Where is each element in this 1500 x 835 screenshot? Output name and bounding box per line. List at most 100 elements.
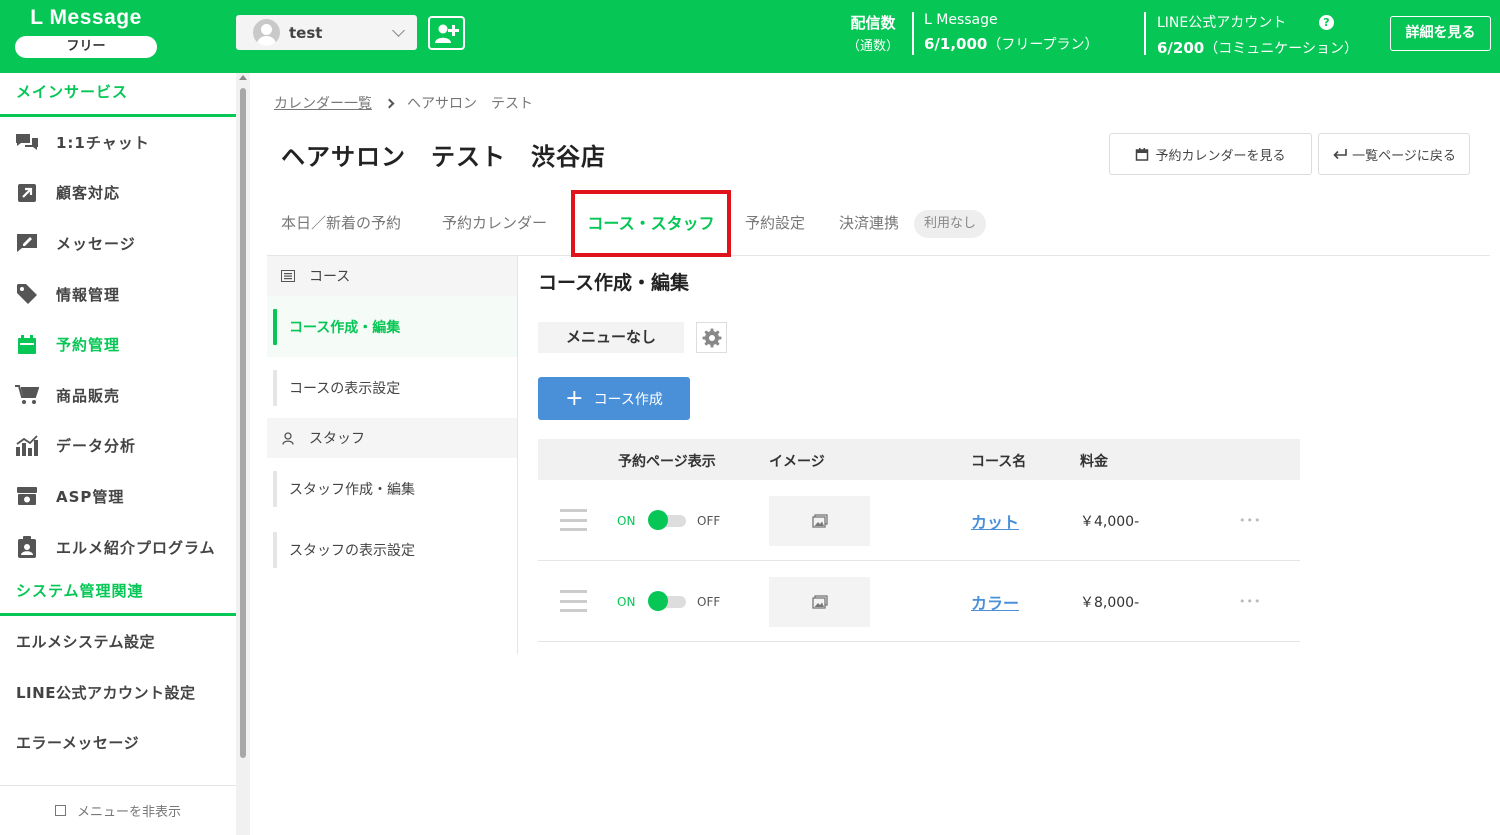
sidebar-scrollbar[interactable] — [236, 73, 250, 835]
sidebar-item-system-settings[interactable]: エルメシステム設定 — [0, 616, 236, 667]
toggle-off-label: OFF — [697, 514, 721, 528]
menu-settings-button[interactable] — [696, 322, 727, 353]
calendar-icon — [1136, 148, 1149, 161]
tab-payment[interactable]: 決済連携 — [839, 212, 899, 233]
view-calendar-button[interactable]: 予約カレンダーを見る — [1109, 133, 1312, 175]
subnav-staff-edit-label: スタッフ作成・編集 — [289, 481, 415, 498]
sidebar-item-label: メッセージ — [56, 234, 136, 253]
image-placeholder-icon — [811, 514, 828, 528]
sidebar-item-customer[interactable]: 顧客対応 — [0, 168, 236, 219]
sidebar-item-line-settings[interactable]: LINE公式アカウント設定 — [0, 667, 236, 718]
collapse-icon — [54, 805, 66, 816]
page-title: ヘアサロン テスト 渋谷店 — [281, 143, 606, 171]
subnav-course-display-label: コースの表示設定 — [289, 380, 401, 397]
tab-today[interactable]: 本日／新着の予約 — [281, 212, 401, 233]
course-image[interactable] — [769, 577, 870, 627]
header-divider — [912, 12, 914, 55]
list-icon — [281, 269, 295, 283]
hide-menu-button[interactable]: メニューを非表示 — [0, 785, 236, 835]
course-image[interactable] — [769, 496, 870, 546]
more-options-icon[interactable]: ••• — [1239, 514, 1261, 527]
sidebar-item-label: ASP管理 — [56, 487, 125, 506]
sidebar-item-reservation[interactable]: 予約管理 — [0, 319, 236, 370]
delivery-count-label: 配信数 （通数） — [845, 12, 901, 54]
sidebar-item-referral[interactable]: エルメ紹介プログラム — [0, 522, 236, 573]
avatar-icon — [253, 19, 280, 46]
plus-icon: + — [565, 385, 584, 411]
scroll-up-arrow-icon[interactable] — [239, 75, 247, 80]
subnav-course-display[interactable]: コースの表示設定 — [267, 357, 517, 418]
course-name-link[interactable]: カット — [971, 509, 1019, 533]
brand-logo[interactable]: L Message フリー — [15, 6, 157, 58]
subnav-course-header: コース — [267, 256, 517, 296]
sidebar-item-label: データ分析 — [56, 437, 137, 456]
back-to-list-button[interactable]: 一覧ページに戻る — [1318, 133, 1470, 175]
course-staff-subnav: コース コース作成・編集 コースの表示設定 スタッフ スタッフ作成・編集 スタッ… — [267, 256, 518, 654]
drag-handle-icon[interactable] — [560, 509, 587, 531]
column-header-name: コース名 — [971, 454, 1027, 470]
table-row: ON OFF カラー ￥8,000- ••• — [538, 561, 1300, 642]
sidebar-item-label: エルメ紹介プログラム — [56, 538, 216, 557]
delivery-sub-label: （通数） — [846, 39, 899, 54]
add-user-icon — [434, 24, 459, 43]
details-button[interactable]: 詳細を見る — [1390, 16, 1491, 51]
table-header: 予約ページ表示 イメージ コース名 料金 — [538, 439, 1300, 480]
subnav-staff-edit[interactable]: スタッフ作成・編集 — [267, 458, 517, 519]
payment-status-badge: 利用なし — [914, 210, 987, 238]
sidebar-item-info[interactable]: 情報管理 — [0, 269, 236, 320]
drag-handle-icon[interactable] — [560, 590, 587, 612]
subnav-staff-display[interactable]: スタッフの表示設定 — [267, 519, 517, 580]
section-title: コース作成・編集 — [538, 272, 690, 294]
display-toggle[interactable] — [648, 591, 686, 611]
course-table: 予約ページ表示 イメージ コース名 料金 ON OFF カット ￥4,000- … — [538, 439, 1300, 642]
header-divider — [1144, 12, 1146, 55]
scroll-thumb[interactable] — [240, 88, 246, 758]
sidebar-item-asp[interactable]: ASP管理 — [0, 471, 236, 522]
breadcrumb-link-calendars[interactable]: カレンダー一覧 — [274, 93, 372, 113]
toggle-off-label: OFF — [697, 595, 721, 609]
image-placeholder-icon — [811, 595, 828, 609]
menu-category-chip[interactable]: メニューなし — [538, 322, 684, 353]
sidebar-item-error-messages[interactable]: エラーメッセージ — [0, 718, 236, 769]
item-indicator — [273, 531, 277, 568]
table-row: ON OFF カット ￥4,000- ••• — [538, 480, 1300, 561]
tab-bar: 本日／新着の予約 予約カレンダー コース・スタッフ 予約設定 決済連携 利用なし — [267, 190, 1490, 257]
sidebar-item-chat[interactable]: 1:1チャット — [0, 117, 236, 168]
clipboard-user-icon — [14, 536, 40, 559]
tab-settings[interactable]: 予約設定 — [745, 212, 805, 233]
sidebar-item-analytics[interactable]: データ分析 — [0, 421, 236, 472]
gear-icon — [702, 328, 721, 347]
sidebar-item-sales[interactable]: 商品販売 — [0, 370, 236, 421]
item-indicator — [273, 470, 277, 507]
lmessage-plan: （フリープラン） — [987, 37, 1099, 53]
help-icon[interactable]: ? — [1319, 15, 1334, 30]
tab-calendar[interactable]: 予約カレンダー — [442, 212, 547, 233]
course-price: ￥4,000- — [1080, 514, 1140, 530]
account-selector[interactable]: test — [236, 15, 417, 50]
toggle-on-label: ON — [617, 595, 636, 609]
lmessage-count: 6/1,000 — [924, 35, 988, 53]
more-options-icon[interactable]: ••• — [1239, 595, 1261, 608]
delivery-label: 配信数 — [850, 14, 896, 32]
subnav-course-edit-label: コース作成・編集 — [289, 319, 401, 336]
display-toggle[interactable] — [648, 510, 686, 530]
toggle-on-label: ON — [617, 514, 636, 528]
tab-course-staff[interactable]: コース・スタッフ — [571, 190, 731, 257]
toggle-knob — [648, 591, 668, 611]
column-header-display: 予約ページ表示 — [618, 454, 716, 470]
person-icon — [281, 431, 295, 445]
plan-badge: フリー — [15, 36, 157, 58]
sidebar-section-system: システム管理関連 — [0, 572, 236, 617]
subnav-course-edit[interactable]: コース作成・編集 — [267, 296, 517, 357]
brand-name: L Message — [30, 6, 142, 29]
subnav-staff-label: スタッフ — [309, 431, 365, 447]
sidebar: メインサービス 1:1チャット 顧客対応 メッセージ 情報管理 予約管理 商品販 — [0, 73, 236, 835]
back-to-list-label: 一覧ページに戻る — [1352, 148, 1456, 164]
calendar-icon — [14, 334, 40, 356]
course-name-link[interactable]: カラー — [971, 590, 1019, 614]
sidebar-item-message[interactable]: メッセージ — [0, 218, 236, 269]
top-header: L Message フリー test 配信数 （通数） L Message 6/… — [0, 0, 1500, 73]
view-calendar-label: 予約カレンダーを見る — [1155, 148, 1286, 164]
create-course-button[interactable]: + コース作成 — [538, 377, 690, 420]
add-user-button[interactable] — [428, 16, 465, 50]
